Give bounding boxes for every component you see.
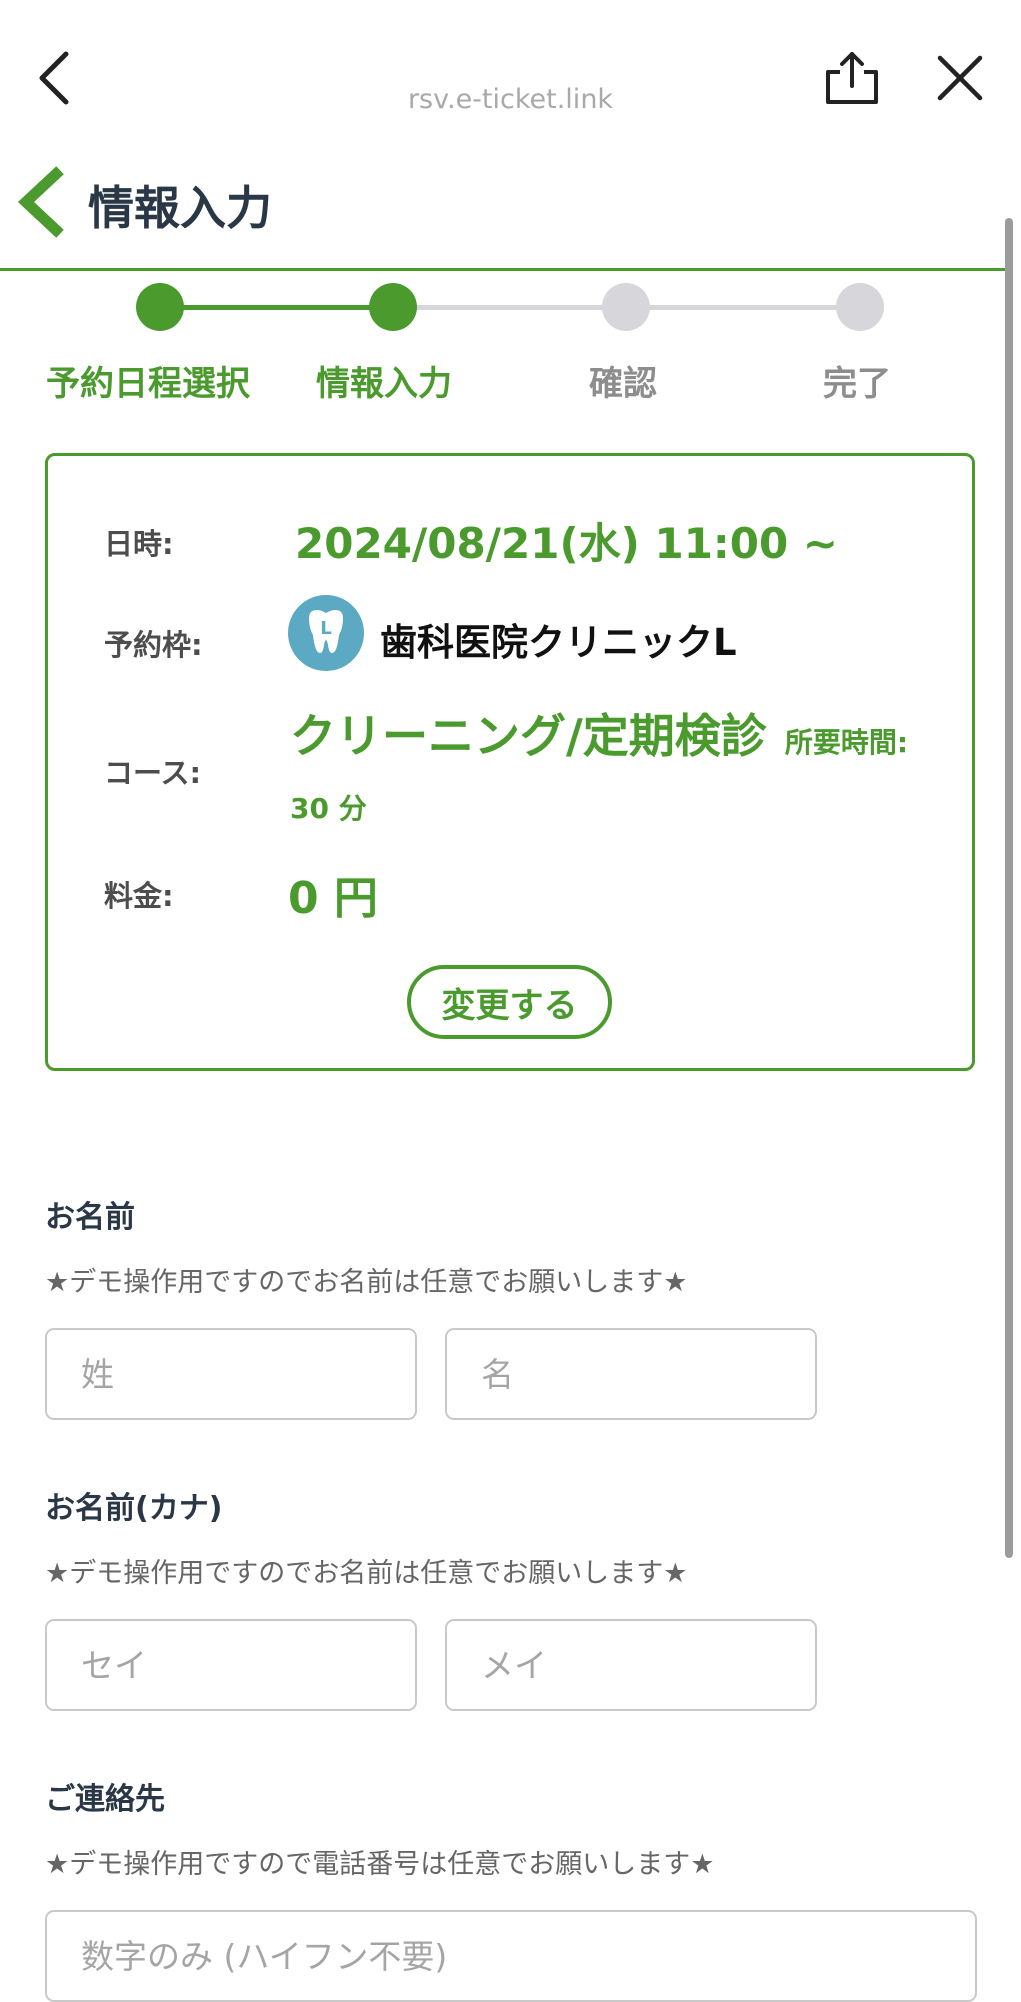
kana-section-title: お名前(カナ) <box>45 1491 223 1526</box>
scrollbar[interactable] <box>1005 218 1013 1558</box>
first-name-input[interactable] <box>445 1328 817 1420</box>
slot-label: 予約枠: <box>104 628 203 662</box>
stepper-label-1: 予約日程選択 <box>46 364 250 404</box>
price-value: 0 円 <box>288 873 378 924</box>
stepper-dot-1 <box>136 283 184 331</box>
stepper-label-3: 確認 <box>589 364 657 404</box>
name-section-title: お名前 <box>45 1200 135 1235</box>
contact-section-note: ★デモ操作用ですので電話番号は任意でお願いします★ <box>45 1849 715 1880</box>
close-icon[interactable] <box>934 52 986 104</box>
stepper-dot-4 <box>836 283 884 331</box>
page-title: 情報入力 <box>88 181 272 235</box>
stepper-label-4: 完了 <box>823 364 891 404</box>
svg-text:L: L <box>320 618 331 639</box>
stepper-label-2: 情報入力 <box>316 364 452 404</box>
kana-section-note: ★デモ操作用ですのでお名前は任意でお願いします★ <box>45 1558 688 1589</box>
course-value-block: クリーニング/定期検診 所要時間: 30 分 <box>290 705 930 844</box>
stepper-connector-done <box>160 305 394 310</box>
phone-input[interactable] <box>45 1910 977 2002</box>
contact-section-title: ご連絡先 <box>45 1782 165 1817</box>
first-name-kana-input[interactable] <box>445 1619 817 1711</box>
change-button[interactable]: 変更する <box>407 965 612 1039</box>
last-name-input[interactable] <box>45 1328 417 1420</box>
stepper-dot-3 <box>602 283 650 331</box>
last-name-kana-input[interactable] <box>45 1619 417 1711</box>
name-section-note: ★デモ操作用ですのでお名前は任意でお願いします★ <box>45 1267 688 1298</box>
clinic-name: 歯科医院クリニックL <box>380 621 737 664</box>
share-icon[interactable] <box>820 50 884 106</box>
clinic-logo-icon: L <box>288 595 364 671</box>
datetime-label: 日時: <box>104 527 174 561</box>
course-label: コース: <box>104 756 202 790</box>
header-back-icon[interactable] <box>12 166 68 238</box>
course-name: クリーニング/定期検診 <box>290 709 767 763</box>
stepper-dot-2 <box>369 283 417 331</box>
header-divider <box>0 268 1007 271</box>
price-label: 料金: <box>104 879 174 913</box>
datetime-value: 2024/08/21(水) 11:00 ~ <box>295 519 838 568</box>
